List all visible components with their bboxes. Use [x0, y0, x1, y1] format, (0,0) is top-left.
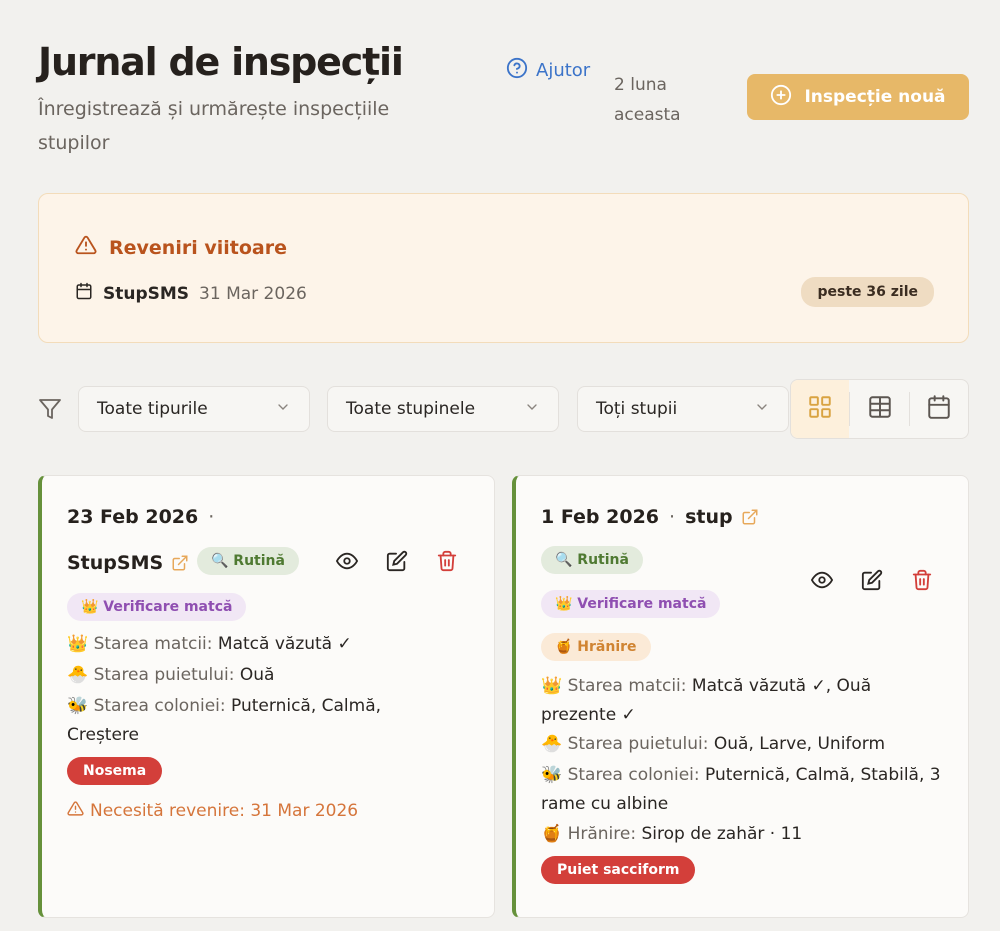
- card-actions: [322, 548, 472, 578]
- eye-icon: [810, 569, 834, 595]
- inspection-card[interactable]: 23 Feb 2026 · StupSMS 🔍 Rutină 👑 Verific…: [38, 475, 495, 918]
- colony-status-label: 🐝 Starea coloniei:: [541, 765, 700, 785]
- table-icon: [867, 394, 893, 424]
- edit-icon: [386, 550, 408, 576]
- trash-icon: [911, 569, 933, 595]
- inspection-date: 1 Feb 2026: [541, 506, 660, 528]
- page-subtitle: Înregistrează și urmărește inspecțiile s…: [38, 98, 390, 154]
- queen-status-value: Matcă văzută ✓: [217, 634, 352, 654]
- colony-status-row: 🐝 Starea coloniei: Puternică, Calmă, Cre…: [67, 692, 447, 750]
- edit-button[interactable]: [372, 548, 422, 578]
- delete-button[interactable]: [422, 548, 472, 578]
- calendar-icon: [926, 394, 952, 424]
- inspection-date: 23 Feb 2026: [67, 506, 199, 528]
- month-count: 2 luna aceasta: [614, 75, 681, 125]
- disease-badge: Nosema: [67, 757, 163, 785]
- help-label: Ajutor: [536, 60, 591, 81]
- days-remaining-badge: peste 36 zile: [801, 277, 934, 307]
- hive-link[interactable]: stup: [685, 506, 759, 528]
- brood-status-value: Ouă, Larve, Uniform: [713, 734, 886, 754]
- queen-check-chip: 👑 Verificare matcă: [67, 593, 247, 621]
- edit-icon: [861, 569, 883, 595]
- grid-icon: [807, 394, 833, 424]
- hive-link[interactable]: StupSMS: [67, 552, 189, 574]
- feeding-label: 🍯 Hrănire:: [541, 824, 637, 844]
- queen-status-label: 👑 Starea matcii:: [67, 634, 213, 654]
- table-view-button[interactable]: [850, 380, 908, 438]
- date-separator: ·: [669, 506, 676, 528]
- apiary-select[interactable]: Toate stupinele: [327, 386, 559, 432]
- brood-status-row: 🐣 Starea puietului: Ouă: [67, 661, 467, 690]
- page-title: Jurnal de inspecții: [38, 40, 404, 84]
- routine-chip: 🔍 Rutină: [197, 547, 299, 575]
- brood-status-row: 🐣 Starea puietului: Ouă, Larve, Uniform: [541, 730, 941, 759]
- eye-icon: [335, 550, 359, 576]
- queen-status-label: 👑 Starea matcii:: [541, 676, 687, 696]
- brood-status-value: Ouă: [239, 665, 275, 685]
- calendar-view-button[interactable]: [910, 380, 968, 438]
- warning-triangle-icon: [75, 234, 97, 261]
- queen-check-chip: 👑 Verificare matcă: [541, 590, 721, 618]
- new-inspection-label: Inspecție nouă: [804, 87, 946, 107]
- upcoming-date: 31 Mar 2026: [199, 283, 307, 304]
- help-link[interactable]: Ajutor: [506, 57, 590, 84]
- type-select-value: Toate tipurile: [97, 399, 208, 419]
- queen-status-row: 👑 Starea matcii: Matcă văzută ✓: [67, 630, 467, 659]
- grid-view-button[interactable]: [791, 380, 850, 438]
- colony-status-row: 🐝 Starea coloniei: Puternică, Calmă, Sta…: [541, 761, 961, 819]
- upcoming-title: Reveniri viitoare: [75, 234, 287, 261]
- card-date-row: 23 Feb 2026 ·: [67, 506, 214, 528]
- upcoming-title-text: Reveniri viitoare: [109, 236, 287, 259]
- hive-select[interactable]: Toți stupii: [577, 386, 789, 432]
- feeding-value: Sirop de zahăr · 11: [641, 824, 803, 844]
- question-circle-icon: [506, 57, 528, 84]
- edit-button[interactable]: [847, 567, 897, 597]
- queen-status-row: 👑 Starea matcii: Matcă văzută ✓, Ouă pre…: [541, 672, 921, 730]
- filter-icon: [38, 397, 62, 425]
- new-inspection-button[interactable]: Inspecție nouă: [747, 74, 969, 120]
- inspection-card[interactable]: 1 Feb 2026 · stup 🔍 Rutină 👑 Verificare …: [512, 475, 969, 918]
- upcoming-item[interactable]: StupSMS 31 Mar 2026: [75, 282, 307, 305]
- view-button[interactable]: [797, 567, 847, 597]
- hive-name: StupSMS: [67, 552, 164, 574]
- followup-text: Necesită revenire: 31 Mar 2026: [90, 801, 359, 821]
- card-actions: [797, 567, 947, 597]
- card-date-row: 1 Feb 2026 · stup: [541, 506, 759, 528]
- upcoming-followups-panel: Reveniri viitoare StupSMS 31 Mar 2026 pe…: [38, 193, 969, 343]
- chevron-down-icon: [275, 399, 291, 420]
- brood-status-label: 🐣 Starea puietului:: [67, 665, 235, 685]
- external-link-icon: [741, 508, 759, 526]
- date-separator: ·: [208, 506, 215, 528]
- routine-chip: 🔍 Rutină: [541, 546, 643, 574]
- upcoming-hive: StupSMS: [103, 283, 190, 304]
- external-link-icon: [171, 554, 189, 572]
- chevron-down-icon: [524, 399, 540, 420]
- hive-select-value: Toți stupii: [596, 399, 678, 419]
- view-toggle: [790, 379, 969, 439]
- delete-button[interactable]: [897, 567, 947, 597]
- plus-circle-icon: [770, 84, 792, 111]
- trash-icon: [436, 550, 458, 576]
- followup-note: Necesită revenire: 31 Mar 2026: [67, 800, 358, 822]
- apiary-select-value: Toate stupinele: [346, 399, 476, 419]
- hive-name: stup: [685, 506, 733, 528]
- feeding-row: 🍯 Hrănire: Sirop de zahăr · 11: [541, 820, 941, 849]
- feeding-chip: 🍯 Hrănire: [541, 633, 651, 661]
- disease-badge: Puiet sacciform: [541, 856, 696, 884]
- warning-triangle-icon: [67, 800, 84, 822]
- chevron-down-icon: [754, 399, 770, 420]
- view-button[interactable]: [322, 548, 372, 578]
- brood-status-label: 🐣 Starea puietului:: [541, 734, 709, 754]
- colony-status-label: 🐝 Starea coloniei:: [67, 696, 226, 716]
- calendar-icon: [75, 282, 93, 305]
- type-select[interactable]: Toate tipurile: [78, 386, 310, 432]
